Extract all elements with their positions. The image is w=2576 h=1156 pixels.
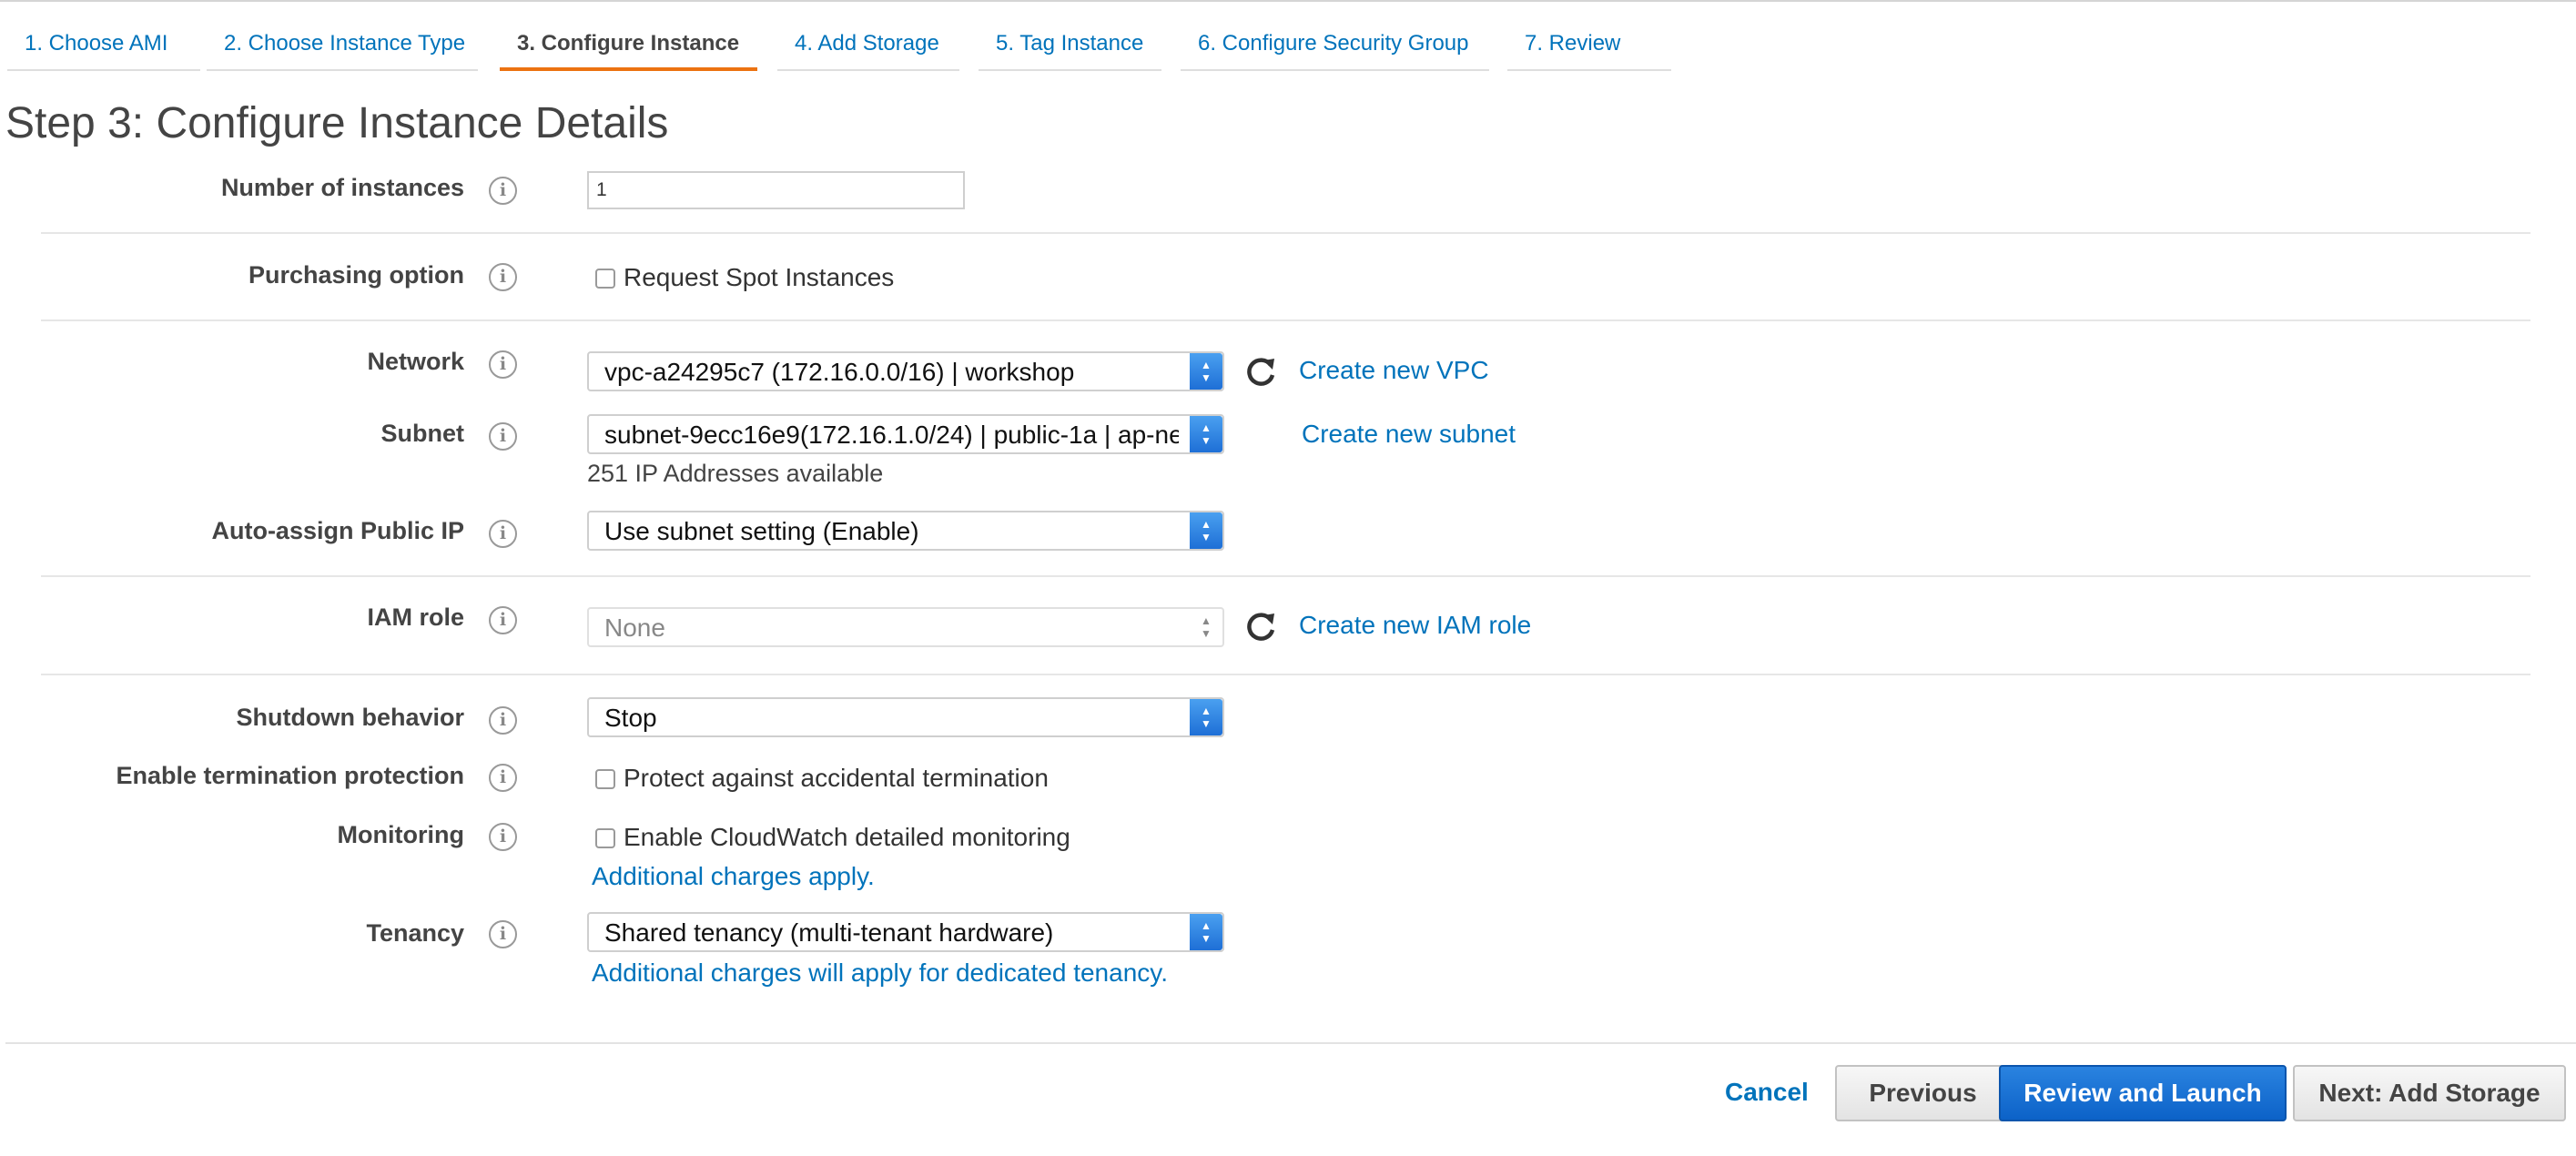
- termination-protection-checkbox-label[interactable]: Protect against accidental termination: [624, 764, 1049, 793]
- purchasing-option-label: Purchasing option: [248, 261, 464, 289]
- request-spot-instances-checkbox[interactable]: [595, 269, 615, 289]
- info-icon[interactable]: i: [489, 706, 517, 735]
- tab-tag-instance[interactable]: 5. Tag Instance: [979, 24, 1161, 71]
- up-down-arrows-icon: ▲ ▼: [1190, 512, 1222, 549]
- divider: [41, 319, 2530, 321]
- next-add-storage-button[interactable]: Next: Add Storage: [2293, 1065, 2566, 1121]
- tab-choose-instance-type[interactable]: 2. Choose Instance Type: [207, 24, 478, 71]
- create-new-vpc-link[interactable]: Create new VPC: [1299, 356, 1489, 385]
- divider: [41, 232, 2530, 234]
- page-title: Step 3: Configure Instance Details: [5, 99, 669, 147]
- info-icon[interactable]: i: [489, 263, 517, 291]
- ip-addresses-available: 251 IP Addresses available: [587, 460, 884, 487]
- network-select[interactable]: vpc-a24295c7 (172.16.0.0/16) | workshop …: [587, 351, 1224, 391]
- iam-role-value: None: [604, 613, 665, 642]
- termination-protection-label: Enable termination protection: [116, 762, 464, 789]
- tab-choose-ami[interactable]: 1. Choose AMI: [7, 24, 200, 71]
- tenancy-value: Shared tenancy (multi-tenant hardware): [604, 918, 1054, 947]
- create-new-subnet-link[interactable]: Create new subnet: [1302, 420, 1516, 449]
- info-icon[interactable]: i: [489, 606, 517, 634]
- up-down-arrows-icon: ▲ ▼: [1201, 614, 1212, 640]
- iam-role-select: None ▲ ▼: [587, 607, 1224, 647]
- info-icon[interactable]: i: [489, 823, 517, 851]
- tenancy-select[interactable]: Shared tenancy (multi-tenant hardware) ▲…: [587, 912, 1224, 952]
- shutdown-behavior-value: Stop: [604, 704, 657, 732]
- cloudwatch-monitoring-checkbox[interactable]: [595, 828, 615, 848]
- divider: [41, 575, 2530, 577]
- up-down-arrows-icon: ▲ ▼: [1190, 914, 1222, 950]
- additional-charges-link[interactable]: Additional charges apply.: [592, 862, 875, 891]
- tab-configure-security-group[interactable]: 6. Configure Security Group: [1181, 24, 1489, 71]
- info-icon[interactable]: i: [489, 422, 517, 451]
- termination-protection-checkbox[interactable]: [595, 769, 615, 789]
- tab-review[interactable]: 7. Review: [1507, 24, 1671, 71]
- tenancy-label: Tenancy: [366, 919, 464, 947]
- network-select-value: vpc-a24295c7 (172.16.0.0/16) | workshop: [604, 358, 1075, 386]
- up-down-arrows-icon: ▲ ▼: [1190, 353, 1222, 390]
- monitoring-label: Monitoring: [337, 821, 464, 848]
- network-label: Network: [367, 348, 464, 375]
- info-icon[interactable]: i: [489, 520, 517, 548]
- up-down-arrows-icon: ▲ ▼: [1190, 699, 1222, 735]
- tab-configure-instance[interactable]: 3. Configure Instance: [500, 24, 757, 71]
- number-of-instances-input[interactable]: [587, 171, 965, 209]
- review-and-launch-button[interactable]: Review and Launch: [1999, 1065, 2287, 1121]
- divider: [41, 674, 2530, 675]
- cloudwatch-monitoring-label[interactable]: Enable CloudWatch detailed monitoring: [624, 823, 1070, 852]
- wizard-tabs: 1. Choose AMI 2. Choose Instance Type 3.…: [0, 0, 2576, 73]
- auto-assign-public-ip-select[interactable]: Use subnet setting (Enable) ▲ ▼: [587, 511, 1224, 551]
- shutdown-behavior-label: Shutdown behavior: [236, 704, 464, 731]
- up-down-arrows-icon: ▲ ▼: [1190, 416, 1222, 452]
- refresh-icon[interactable]: [1242, 353, 1279, 390]
- info-icon[interactable]: i: [489, 764, 517, 792]
- cancel-button[interactable]: Cancel: [1725, 1078, 1809, 1107]
- refresh-icon[interactable]: [1242, 608, 1279, 644]
- shutdown-behavior-select[interactable]: Stop ▲ ▼: [587, 697, 1224, 737]
- request-spot-instances-label[interactable]: Request Spot Instances: [624, 263, 894, 292]
- auto-assign-public-ip-value: Use subnet setting (Enable): [604, 517, 919, 545]
- info-icon[interactable]: i: [489, 920, 517, 948]
- dedicated-tenancy-charges-link[interactable]: Additional charges will apply for dedica…: [592, 958, 1168, 988]
- create-new-iam-role-link[interactable]: Create new IAM role: [1299, 611, 1531, 640]
- subnet-label: Subnet: [380, 420, 465, 447]
- number-of-instances-label: Number of instances: [220, 174, 464, 201]
- info-icon[interactable]: i: [489, 177, 517, 205]
- tab-add-storage[interactable]: 4. Add Storage: [777, 24, 959, 71]
- previous-button[interactable]: Previous: [1835, 1065, 2011, 1121]
- subnet-select[interactable]: subnet-9ecc16e9(172.16.1.0/24) | public-…: [587, 414, 1224, 454]
- info-icon[interactable]: i: [489, 350, 517, 379]
- subnet-select-value: subnet-9ecc16e9(172.16.1.0/24) | public-…: [604, 421, 1179, 449]
- iam-role-label: IAM role: [367, 603, 464, 631]
- footer-divider: [5, 1042, 2576, 1044]
- auto-assign-public-ip-label: Auto-assign Public IP: [211, 517, 464, 544]
